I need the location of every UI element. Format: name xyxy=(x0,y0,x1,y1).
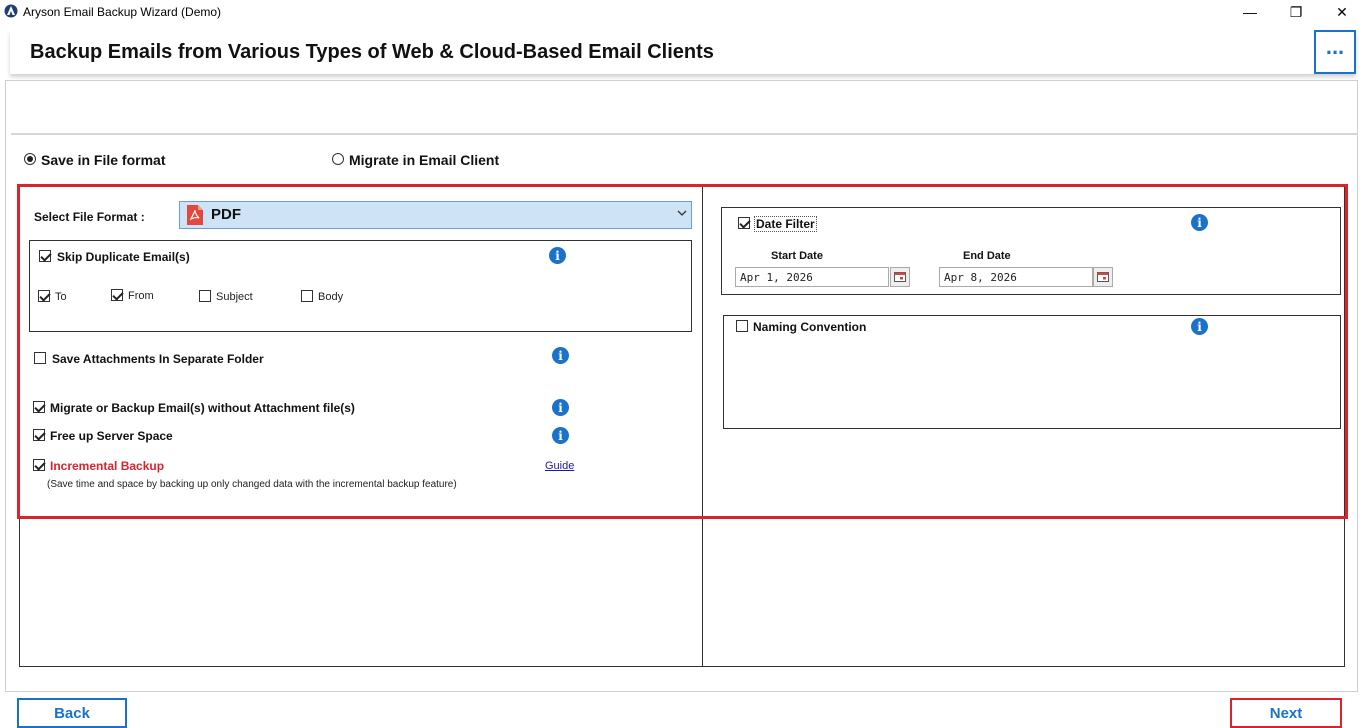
next-button[interactable]: Next xyxy=(1230,698,1342,728)
aryson-logo-icon xyxy=(4,4,18,18)
minimize-button[interactable]: — xyxy=(1227,0,1273,24)
migrate-email-client-radio[interactable] xyxy=(332,153,344,165)
window-title: Aryson Email Backup Wizard (Demo) xyxy=(23,5,222,19)
divider xyxy=(11,133,1358,135)
page-title: Backup Emails from Various Types of Web … xyxy=(30,41,714,63)
save-file-format-radio[interactable] xyxy=(24,153,36,165)
close-button[interactable]: ✕ xyxy=(1319,0,1365,24)
maximize-button[interactable]: ❐ xyxy=(1273,0,1319,24)
migrate-email-client-label[interactable]: Migrate in Email Client xyxy=(349,152,499,168)
page-header: Backup Emails from Various Types of Web … xyxy=(10,30,1356,74)
highlight-box xyxy=(17,184,1348,519)
more-options-button[interactable]: ... xyxy=(1314,30,1356,74)
back-button[interactable]: Back xyxy=(17,698,127,728)
save-file-format-label[interactable]: Save in File format xyxy=(41,152,165,168)
